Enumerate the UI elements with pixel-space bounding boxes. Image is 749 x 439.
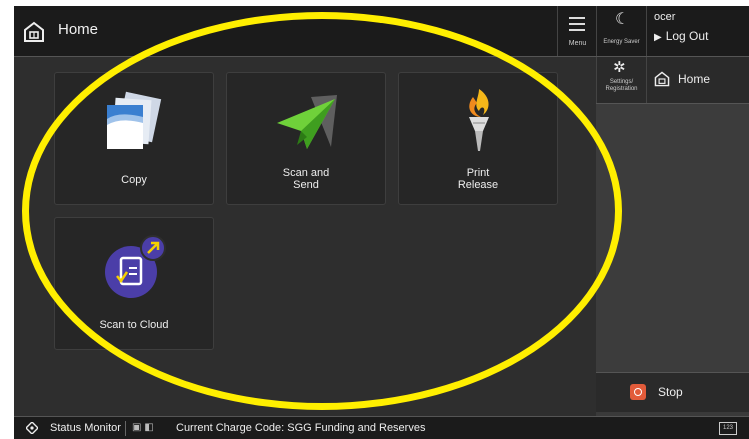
status-monitor-button[interactable]: Status Monitor [50, 422, 121, 434]
keyboard-button[interactable]: 123 [719, 422, 737, 435]
energy-saver-button[interactable]: ☾ Energy Saver [596, 6, 647, 56]
main-area: Copy Scan and Send Print Release Scan to… [14, 57, 596, 416]
gear-icon: ✲ [613, 59, 626, 76]
scan-to-cloud-tile[interactable]: Scan to Cloud [54, 217, 214, 350]
user-name: ocer [654, 11, 676, 23]
scan-to-cloud-icon [105, 235, 166, 298]
stop-label: Stop [658, 385, 683, 399]
stop-button[interactable]: Stop [596, 372, 749, 412]
settings-label: Settings/ Registration [597, 79, 646, 93]
copy-label: Copy [121, 174, 147, 186]
home-icon [654, 71, 670, 87]
print-release-icon [469, 89, 489, 151]
side-row: ✲ Settings/ Registration Home [596, 57, 749, 104]
copy-tile[interactable]: Copy [54, 72, 214, 205]
scan-send-label-line2: Send [293, 179, 319, 191]
moon-icon: ☾ [615, 11, 630, 28]
home-button[interactable]: Home [654, 71, 710, 87]
logout-icon: ▶ [654, 32, 662, 43]
home-icon [24, 21, 44, 42]
charge-code-icon: ▣ ◧ [132, 422, 154, 433]
scan-send-icon [277, 95, 337, 149]
page-title: Home [58, 21, 99, 38]
print-release-label-line2: Release [457, 179, 499, 191]
keyboard-area: 123 [596, 416, 749, 439]
scan-to-cloud-label: Scan to Cloud [99, 319, 169, 331]
settings-label-line2: Registration [605, 86, 638, 92]
logout-label: Log Out [665, 29, 709, 43]
divider [125, 421, 126, 436]
menu-icon [569, 17, 585, 31]
copy-icon [107, 91, 162, 149]
logout-button[interactable]: ▶ Log Out [654, 29, 708, 43]
scan-send-label: Scan and Send [227, 167, 385, 191]
settings-label-line1: Settings/ [609, 79, 634, 85]
side-top: ☾ Energy Saver ocer ▶ Log Out [596, 6, 749, 57]
printer-screen: Home Menu Copy Scan and Send Print Relea… [14, 6, 749, 439]
print-release-label: Print Release [399, 167, 557, 191]
menu-label: Menu [568, 40, 587, 47]
home-label: Home [678, 72, 711, 86]
side-panel: ☾ Energy Saver ocer ▶ Log Out ✲ Settings/… [596, 6, 749, 439]
status-bar: Status Monitor ▣ ◧ Current Charge Code: … [14, 416, 596, 439]
print-release-tile[interactable]: Print Release [398, 72, 558, 205]
settings-registration-button[interactable]: ✲ Settings/ Registration [596, 57, 647, 103]
scan-send-label-line1: Scan and [282, 167, 330, 179]
charge-code-text: Current Charge Code: SGG Funding and Res… [176, 422, 426, 434]
side-empty-area [596, 104, 749, 372]
energy-saver-label: Energy Saver [603, 39, 640, 45]
scan-send-tile[interactable]: Scan and Send [226, 72, 386, 205]
top-bar: Home Menu [14, 6, 596, 57]
stop-icon [630, 384, 646, 400]
status-monitor-icon [26, 422, 38, 434]
menu-button[interactable]: Menu [557, 6, 597, 56]
print-release-label-line1: Print [466, 167, 490, 179]
